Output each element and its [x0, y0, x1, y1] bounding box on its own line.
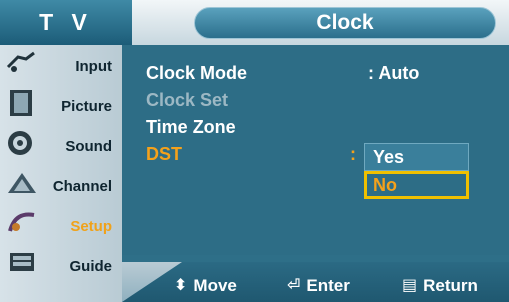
dropdown-option-yes[interactable]: Yes: [364, 143, 469, 171]
sidebar-item-label: Setup: [70, 218, 112, 235]
sidebar-item-guide[interactable]: Guide: [0, 245, 122, 285]
menu-item-clock-set: Clock Set: [146, 90, 228, 111]
menu-item-dst[interactable]: DST: [146, 144, 182, 165]
sidebar-item-label: Sound: [65, 138, 112, 155]
sidebar: Input Picture Sound Channel Setup Guide: [0, 45, 122, 302]
hint-return-label: Return: [423, 276, 478, 295]
sound-icon: [8, 131, 32, 155]
page-title: Clock: [194, 7, 496, 39]
sidebar-item-picture[interactable]: Picture: [0, 85, 122, 125]
dst-dropdown[interactable]: Yes No: [364, 143, 469, 199]
hint-enter: ⏎ Enter: [287, 276, 350, 296]
menu-item-label: Clock Set: [146, 90, 229, 110]
sidebar-item-label: Channel: [52, 178, 112, 195]
clock-mode-value: : Auto: [368, 63, 420, 83]
enter-icon: ⏎: [287, 277, 301, 294]
menu-item-clock-mode[interactable]: Clock Mode: [146, 63, 247, 84]
hint-return: ▤ Return: [402, 276, 478, 296]
return-icon: ▤: [402, 277, 418, 294]
sidebar-item-setup[interactable]: Setup: [0, 205, 122, 245]
hint-enter-label: Enter: [306, 276, 350, 295]
dst-colon: :: [350, 144, 356, 164]
sidebar-item-label: Input: [75, 58, 112, 75]
dropdown-option-no[interactable]: No: [364, 171, 469, 199]
menu-item-time-zone[interactable]: Time Zone: [146, 117, 236, 138]
sidebar-item-label: Guide: [69, 258, 112, 275]
sidebar-item-label: Picture: [61, 98, 112, 115]
tv-tab: T V: [0, 0, 132, 45]
up-down-arrow-icon: ⬍: [174, 277, 188, 294]
hint-move-label: Move: [193, 276, 237, 295]
help-bar: ⬍ Move ⏎ Enter ▤ Return: [122, 262, 509, 302]
top-bar: T V Clock: [0, 0, 509, 45]
menu-item-label: Clock Mode: [146, 63, 248, 83]
picture-icon: [10, 90, 32, 116]
menu-item-label: Time Zone: [146, 117, 236, 137]
sidebar-item-sound[interactable]: Sound: [0, 125, 122, 165]
guide-icon: [10, 253, 34, 271]
help-bar-wedge: [122, 262, 182, 302]
sidebar-item-input[interactable]: Input: [0, 45, 122, 85]
input-icon: [6, 51, 35, 72]
setup-icon: [8, 212, 35, 232]
osd-window: T V Clock Input Picture Sound Channel Se…: [0, 0, 509, 302]
sidebar-item-channel[interactable]: Channel: [0, 165, 122, 205]
menu-item-label: DST: [146, 144, 182, 164]
channel-icon: [8, 173, 36, 193]
hint-move: ⬍ Move: [174, 276, 237, 296]
